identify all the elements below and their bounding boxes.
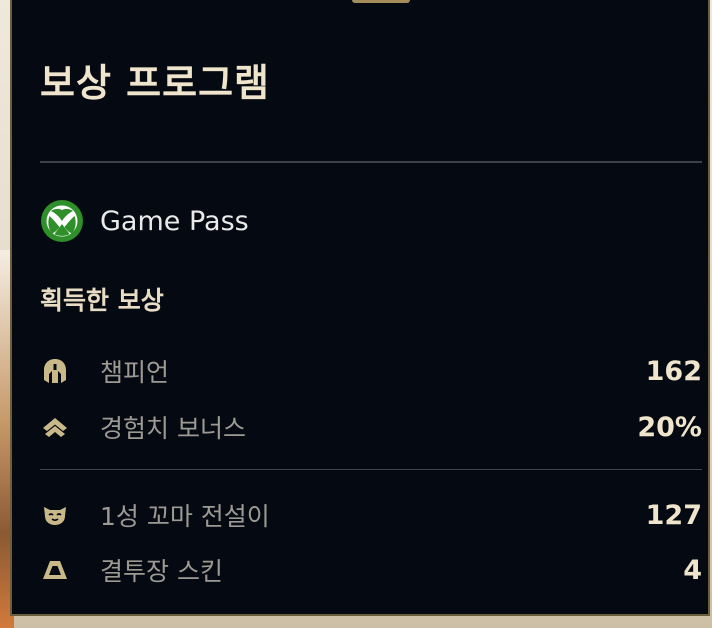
reward-label: 챔피언 xyxy=(100,358,170,387)
reward-row-little-legends: 1성 꼬마 전설이 127 xyxy=(40,495,702,535)
rewards-divider xyxy=(40,469,702,470)
xp-chevron-icon xyxy=(40,412,70,442)
champion-helmet-icon xyxy=(40,356,70,386)
title-divider xyxy=(40,161,702,163)
earned-rewards-heading: 획득한 보상 xyxy=(40,286,164,315)
program-name: Game Pass xyxy=(100,205,249,237)
reward-label: 경험치 보너스 xyxy=(100,414,246,443)
reward-label: 결투장 스킨 xyxy=(100,557,223,586)
program-row: Game Pass xyxy=(40,200,249,242)
xbox-icon xyxy=(41,200,83,242)
reward-row-arena-skins: 결투장 스킨 4 xyxy=(40,550,702,590)
rewards-program-panel: 보상 프로그램 Game Pass 획득한 보상 챔피언 162 경험치 보너스… xyxy=(10,0,710,616)
little-legend-icon xyxy=(40,500,70,530)
reward-label: 1성 꼬마 전설이 xyxy=(100,502,270,531)
reward-value: 127 xyxy=(645,499,702,531)
reward-row-champions: 챔피언 162 xyxy=(40,351,702,391)
reward-value: 162 xyxy=(645,355,702,387)
reward-row-xp-boost: 경험치 보너스 20% xyxy=(40,407,702,447)
arena-skin-icon xyxy=(40,555,70,585)
panel-title: 보상 프로그램 xyxy=(40,61,270,105)
reward-value: 20% xyxy=(637,411,702,443)
panel-top-notch xyxy=(352,0,410,3)
reward-value: 4 xyxy=(683,554,702,586)
